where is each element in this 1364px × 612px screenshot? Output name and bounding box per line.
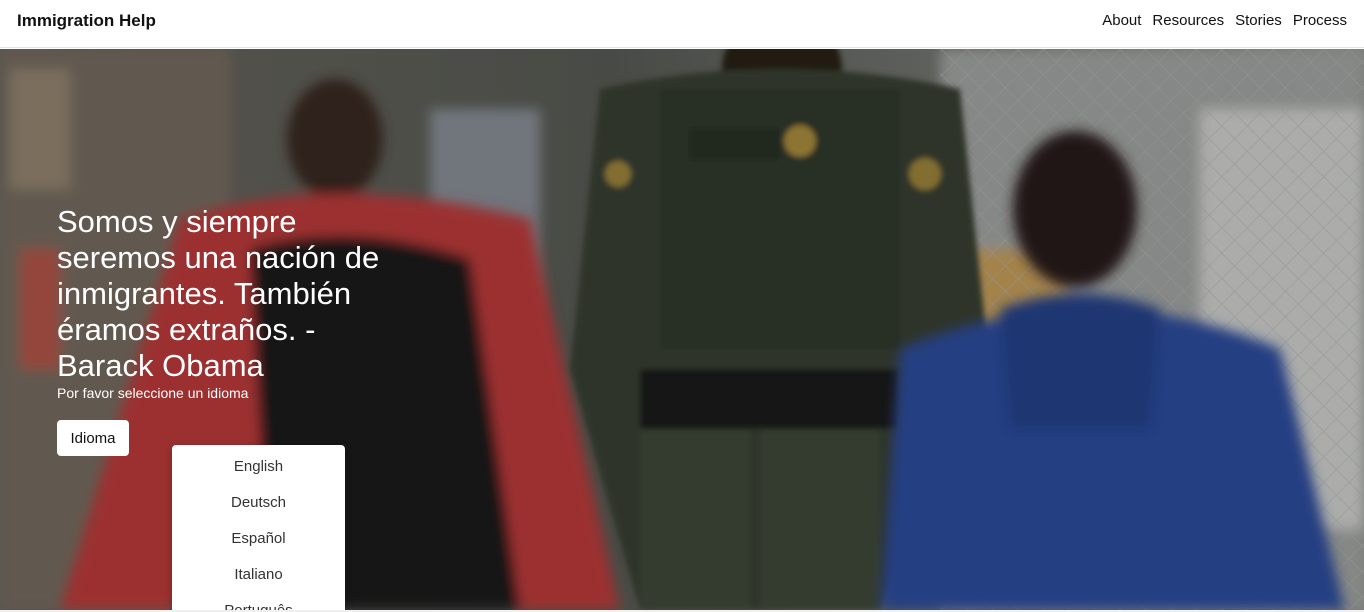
hero-section: Somos y siempre seremos una nación de in…	[0, 49, 1364, 610]
nav-link-stories[interactable]: Stories	[1235, 12, 1282, 29]
language-prompt: Por favor seleccione un idioma	[57, 385, 249, 401]
language-dropdown-menu: English Deutsch Español Italiano Portugu…	[172, 445, 345, 610]
nav-link-resources[interactable]: Resources	[1152, 12, 1224, 29]
language-option-espanol[interactable]: Español	[172, 521, 345, 557]
hero-quote: Somos y siempre seremos una nación de in…	[57, 204, 380, 383]
nav-links: About Resources Stories Process	[1102, 12, 1347, 29]
language-option-english[interactable]: English	[172, 449, 345, 485]
language-option-italiano[interactable]: Italiano	[172, 557, 345, 593]
navbar: Immigration Help About Resources Stories…	[0, 0, 1364, 48]
language-option-deutsch[interactable]: Deutsch	[172, 485, 345, 521]
nav-link-process[interactable]: Process	[1293, 12, 1347, 29]
nav-link-about[interactable]: About	[1102, 12, 1141, 29]
brand-link[interactable]: Immigration Help	[17, 11, 156, 31]
language-dropdown-button[interactable]: Idioma	[57, 420, 129, 456]
language-option-portugues[interactable]: Português	[172, 593, 345, 610]
